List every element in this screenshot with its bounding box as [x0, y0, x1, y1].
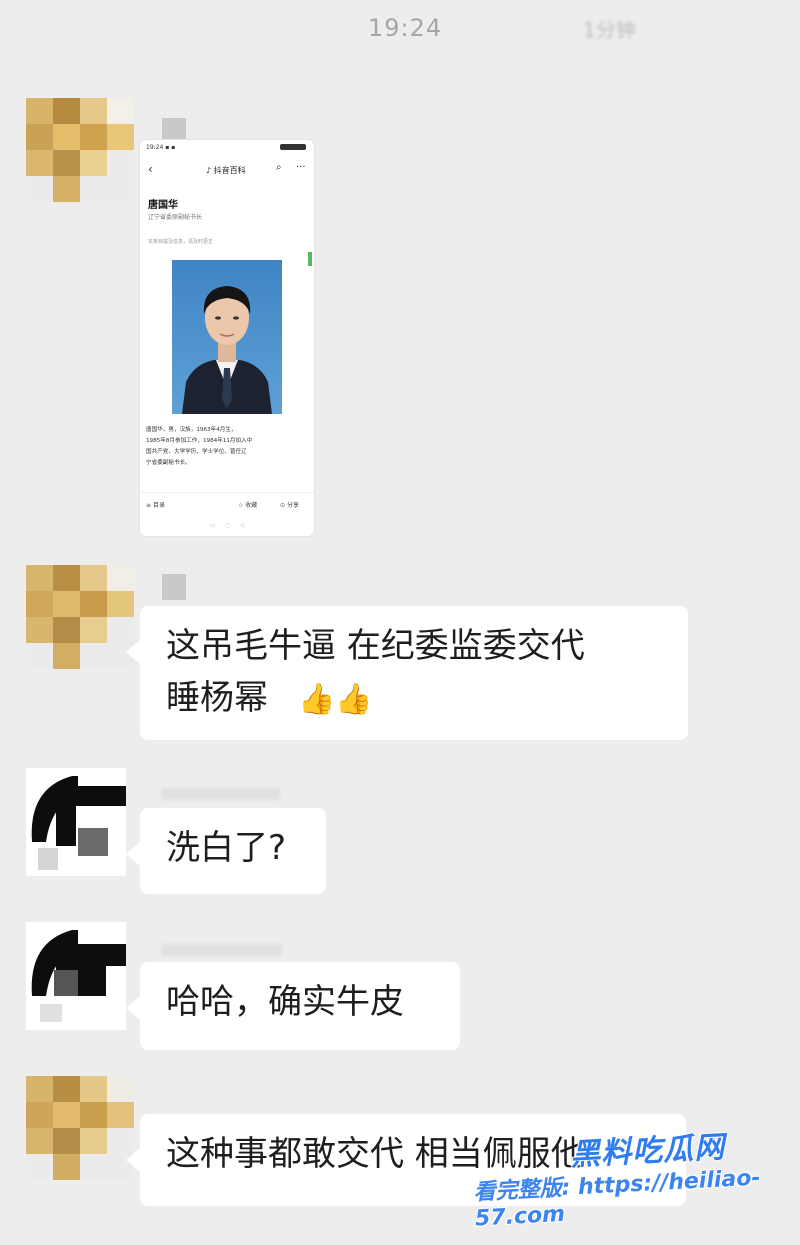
message-text: 洗白了? — [166, 828, 287, 868]
avatar[interactable] — [26, 922, 126, 1030]
message-bubble[interactable]: 这吊毛牛逼 在纪委监委交代 睡杨幂 👍👍 — [126, 606, 688, 740]
message-text: 哈哈，确实牛皮 — [166, 982, 404, 1022]
notice-text: 本条目提及信息，请及时更正 — [148, 239, 214, 245]
divider — [140, 492, 314, 493]
message-bubble[interactable]: 哈哈，确实牛皮 — [126, 962, 460, 1050]
avatar[interactable] — [26, 98, 134, 202]
screenshot-image[interactable]: 19:24 ▪ ▪ ‹ ♪ 抖音百科 ⌕ ··· 唐国华 辽宁省委原副秘书长 本… — [140, 140, 314, 536]
app-title: ♪ 抖音百科 — [206, 166, 246, 175]
portrait-photo — [172, 260, 282, 414]
card-footer: ≡ 目录 ☆ 收藏 ⊙ 分享 — [146, 502, 299, 509]
favorite-button: ☆ 收藏 — [238, 502, 258, 509]
search-icon: ⌕ — [276, 162, 282, 173]
sender-name — [162, 944, 282, 956]
phone-status-bar: 19:24 ▪ ▪ — [146, 144, 176, 151]
thumbs-up-icon: 👍👍 — [298, 681, 373, 717]
share-button: ⊙ 分享 — [280, 502, 299, 509]
avatar[interactable] — [26, 565, 134, 669]
person-subtitle: 辽宁省委原副秘书长 — [148, 214, 203, 221]
message-text: 睡杨幂 👍👍 — [166, 672, 662, 726]
bio-text: 唐国华，男，汉族，1963年4月生， 1985年8月参加工作，1984年11月加… — [146, 427, 253, 466]
toc-icon: ≡ — [146, 502, 153, 509]
message-timestamp: 19:24 — [368, 14, 443, 42]
avatar[interactable] — [26, 768, 126, 876]
back-icon: ‹ — [148, 162, 153, 176]
phone-nav-bar: ▭ ○ ◁ — [209, 522, 245, 529]
person-name: 唐国华 — [148, 200, 178, 211]
message-bubble[interactable]: 洗白了? — [126, 808, 326, 894]
more-icon: ··· — [296, 162, 306, 173]
scroll-indicator — [308, 252, 312, 266]
sender-name — [162, 574, 186, 600]
message-text: 这吊毛牛逼 在纪委监委交代 — [166, 626, 585, 666]
avatar[interactable] — [26, 1076, 134, 1180]
phone-status-icons — [280, 144, 306, 150]
sender-name — [162, 788, 280, 800]
blurred-header-text: 1分钟 — [583, 18, 636, 42]
